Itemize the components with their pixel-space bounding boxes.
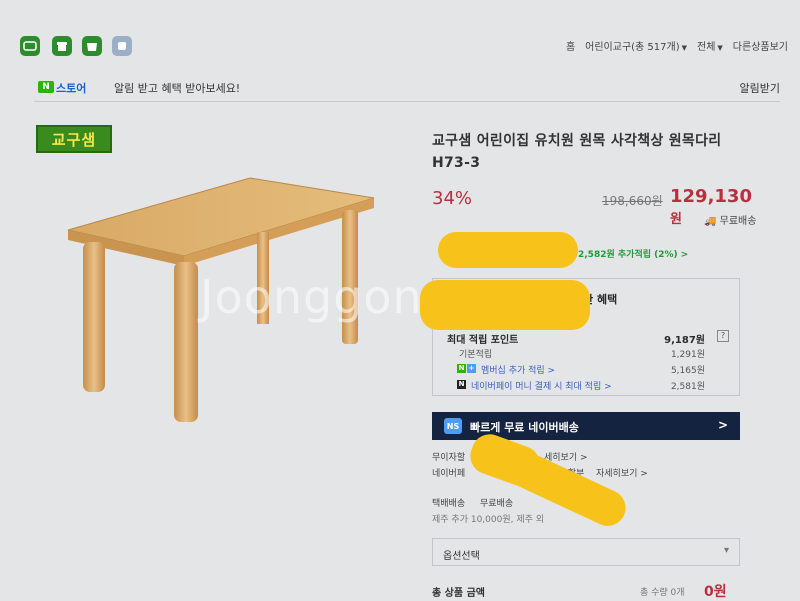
- naver-shipping-button[interactable]: NS 빠르게 무료 네이버배송 >: [432, 412, 740, 440]
- nav-all[interactable]: 전체 ▼: [697, 38, 723, 53]
- option-select[interactable]: 옵션선택 ▾: [432, 538, 740, 566]
- delivery-value: 무료배송: [480, 499, 514, 509]
- max-points-label: 최대 적립 포인트: [447, 335, 519, 346]
- alert-message: 알림 받고 혜택 받아보세요!: [114, 82, 241, 95]
- redaction-mark: [420, 280, 590, 330]
- membership-points-value: 5,165원: [670, 366, 705, 376]
- naver-app-icon[interactable]: [20, 36, 40, 56]
- nav-category-label: 어린이교구(총 517개): [585, 42, 680, 53]
- nav-all-label: 전체: [697, 42, 716, 53]
- discount-rate: 34%: [432, 188, 473, 209]
- naver-n-badge: N: [38, 81, 54, 93]
- currency-label: 원: [670, 212, 682, 227]
- store-icon[interactable]: [82, 36, 102, 56]
- total-quantity: 총 수량 0개: [640, 588, 685, 598]
- redaction-mark: [438, 232, 578, 268]
- installment-label: 무이자할: [432, 453, 466, 463]
- naver-shipping-label: 빠르게 무료 네이버배송: [470, 421, 579, 434]
- original-price: 198,660원: [602, 194, 663, 208]
- naverpay-icon: N: [457, 380, 466, 389]
- shop-icon[interactable]: [52, 36, 72, 56]
- nav-home[interactable]: 홈: [566, 38, 575, 53]
- naver-shipping-icon: NS: [444, 418, 462, 434]
- shipping-text: 무료배송: [719, 216, 757, 227]
- brand-logo: 교구샘: [36, 125, 112, 153]
- top-nav: 홈 어린이교구(총 517개) ▼ 전체 ▼ 다른상품보기: [566, 38, 788, 53]
- extra-points-link[interactable]: 2,582원 추가적립 (2%) >: [578, 247, 688, 260]
- cart-icon[interactable]: [112, 36, 132, 56]
- sale-price-value: 129,130: [670, 186, 752, 207]
- naverpay-installment-label: 네이버페: [432, 469, 466, 479]
- chevron-right-icon: >: [717, 418, 728, 432]
- subscribe-alert-button[interactable]: 알림받기: [740, 80, 780, 96]
- naverpay-points-link[interactable]: 네이버페이 머니 결제 시 최대 적립 >: [471, 379, 612, 392]
- chevron-down-icon: ▾: [723, 545, 729, 556]
- chevron-down-icon: ▼: [717, 44, 723, 52]
- nav-other-products[interactable]: 다른상품보기: [733, 38, 788, 53]
- chevron-down-icon: ▼: [681, 44, 687, 52]
- total-price: 0원: [704, 584, 727, 600]
- store-alert-bar: N 스토어 알림 받고 혜택 받아보세요! 알림받기: [34, 72, 780, 102]
- store-label[interactable]: 스토어: [56, 80, 86, 96]
- max-points-value: 9,187원: [664, 335, 705, 346]
- base-points-value: 1,291원: [670, 350, 705, 360]
- product-info-panel: 교구샘 어린이집 유치원 원목 사각책상 원목다리 H73-3 34% 198,…: [432, 130, 762, 600]
- product-title: 교구샘 어린이집 유치원 원목 사각책상 원목다리 H73-3: [432, 133, 722, 171]
- top-toolbar: 홈 어린이교구(총 517개) ▼ 전체 ▼ 다른상품보기: [0, 28, 800, 64]
- free-shipping-label: 🚚 무료배송: [704, 212, 756, 227]
- base-points-label: 기본적립: [459, 350, 493, 360]
- jeju-extra-fee: 제주 추가 10,000원, 제주 외: [432, 515, 545, 525]
- nav-category[interactable]: 어린이교구(총 517개) ▼: [585, 38, 687, 53]
- naverpay-points-value: 2,581원: [670, 382, 705, 392]
- delivery-label: 택배배송: [432, 499, 466, 509]
- option-select-label: 옵션선택: [443, 551, 480, 562]
- plus-icon: +: [467, 364, 476, 373]
- truck-icon: 🚚: [704, 216, 720, 227]
- total-label: 총 상품 금액: [432, 588, 485, 599]
- naverpay-details-link[interactable]: 자세히보기 >: [596, 466, 648, 479]
- naver-n-icon: N: [457, 364, 466, 373]
- membership-points-link[interactable]: 멤버십 추가 적립 >: [481, 363, 555, 376]
- help-icon[interactable]: ?: [717, 330, 729, 342]
